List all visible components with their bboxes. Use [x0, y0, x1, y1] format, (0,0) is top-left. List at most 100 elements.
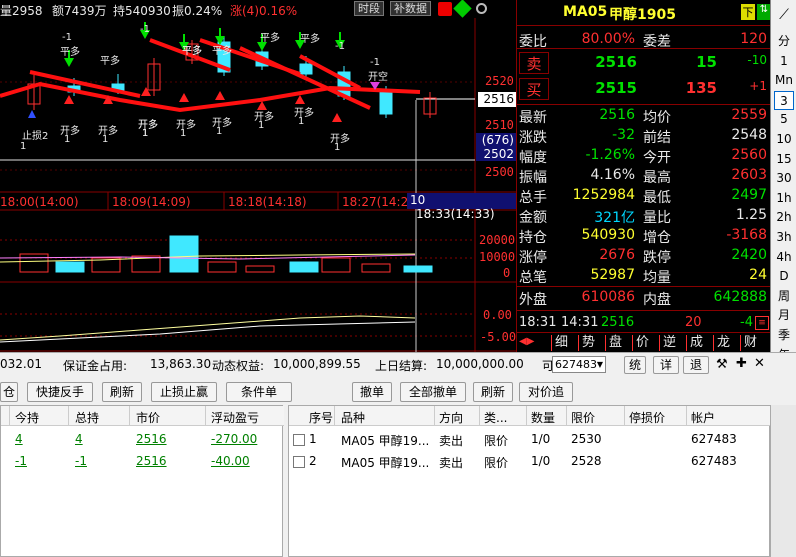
quote-value-2: 2603 — [731, 167, 767, 183]
quick-reverse-button[interactable]: 快捷反手 — [27, 382, 93, 402]
quote-tab[interactable]: 盘 — [605, 335, 622, 351]
position-cell[interactable]: -270.00 — [211, 432, 257, 446]
refresh-button[interactable]: 刷新 — [102, 382, 142, 402]
quote-tab[interactable]: 势 — [578, 335, 595, 351]
close-position-button[interactable]: 仓 — [0, 382, 18, 402]
col-total-hold[interactable]: 总持 — [75, 409, 99, 426]
order-cell[interactable]: 卖出 — [439, 432, 463, 449]
quote-tab[interactable]: 价 — [632, 335, 649, 351]
period-button[interactable]: 1 — [774, 52, 794, 71]
period-button[interactable]: 季 — [774, 326, 794, 345]
quote-tab[interactable]: 龙 — [713, 335, 730, 351]
period-button[interactable]: 4h — [774, 248, 794, 267]
column-divider[interactable] — [334, 406, 335, 426]
period-button[interactable]: 1h — [774, 189, 794, 208]
cancel-all-button[interactable]: 全部撤单 — [400, 382, 466, 402]
order-cell[interactable]: 1 — [309, 432, 317, 446]
period-button[interactable]: D — [774, 267, 794, 286]
period-button[interactable]: 3 — [774, 90, 794, 110]
position-cell[interactable]: 2516 — [136, 454, 167, 468]
col-float-pnl[interactable]: 浮动盈亏 — [211, 409, 259, 426]
volume-bar — [321, 257, 351, 273]
column-divider[interactable] — [526, 406, 527, 426]
period-button[interactable]: 2h — [774, 208, 794, 227]
position-cell[interactable]: 2516 — [136, 432, 167, 446]
column-divider[interactable] — [566, 406, 567, 426]
stop-loss-button[interactable]: 止损止赢 — [151, 382, 217, 402]
orders-column-header[interactable]: 停损价 — [629, 409, 665, 426]
order-cell[interactable]: 2530 — [571, 432, 602, 446]
hammer-icon[interactable]: ⚒ — [716, 357, 728, 372]
period-button[interactable]: 时段 — [354, 1, 384, 16]
down-tag[interactable]: 下 — [741, 4, 755, 20]
order-cell[interactable]: 卖出 — [439, 454, 463, 471]
period-button[interactable]: 15 — [774, 150, 794, 169]
orders-column-header[interactable]: 方向 — [439, 409, 463, 426]
orders-column-header[interactable]: 品种 — [341, 409, 365, 426]
candle-body — [379, 91, 393, 115]
trend-icon[interactable]: ⟋ — [774, 6, 794, 25]
orders-column-header[interactable]: 限价 — [571, 409, 595, 426]
quote-value-2: 1.25 — [735, 207, 767, 223]
order-checkbox[interactable] — [293, 456, 305, 468]
chase-price-button[interactable]: 对价追 — [519, 382, 573, 402]
orders-column-header[interactable]: 序号 — [309, 409, 333, 426]
period-button[interactable]: 10 — [774, 130, 794, 149]
settings-gear-icon[interactable] — [476, 3, 487, 14]
position-cell[interactable]: 4 — [15, 432, 23, 446]
period-button[interactable]: 分 — [774, 32, 794, 51]
conditional-order-button[interactable]: 条件单 — [226, 382, 292, 402]
orders-column-header[interactable]: 帐户 — [691, 409, 715, 426]
quote-tab[interactable]: 细 — [551, 335, 568, 351]
position-cell[interactable]: 4 — [75, 432, 83, 446]
period-button[interactable]: 5 — [774, 110, 794, 129]
orders-column-header[interactable]: 类... — [484, 409, 507, 426]
pin-icon[interactable]: ✚ — [736, 356, 747, 371]
period-button[interactable]: 月 — [774, 306, 794, 325]
tui-button[interactable]: 退 — [683, 356, 709, 374]
period-button[interactable]: 3h — [774, 228, 794, 247]
red-marker-icon[interactable] — [438, 2, 452, 16]
order-cell[interactable]: 2528 — [571, 454, 602, 468]
volume-text: 量2958 — [0, 4, 43, 18]
order-cell[interactable]: 1/0 — [531, 454, 550, 468]
period-button[interactable]: Mn — [774, 71, 794, 90]
order-cell[interactable]: MA05 甲醇19... — [341, 454, 429, 471]
quote-tab[interactable]: 成 — [686, 335, 703, 351]
chart-area[interactable]: 量2958 额7439万 持540930 振0.24% 涨(4)0.16% 时段… — [0, 0, 516, 352]
quote-tab[interactable]: 逆 — [659, 335, 676, 351]
order-checkbox[interactable] — [293, 434, 305, 446]
orders-scrollbar[interactable] — [770, 405, 796, 557]
order-cell[interactable]: 627483 — [691, 454, 737, 468]
col-today-hold[interactable]: 今持 — [15, 409, 39, 426]
supplement-data-button[interactable]: 补数据 — [390, 1, 431, 16]
tab-scroll-icon[interactable]: ◀▶ — [519, 336, 534, 347]
close-icon[interactable]: ✕ — [754, 356, 765, 371]
period-button[interactable]: 30 — [774, 169, 794, 188]
refresh-orders-button[interactable]: 刷新 — [473, 382, 513, 402]
quote-tab[interactable]: 财 — [740, 335, 757, 351]
switch-icon[interactable]: ⇅ — [757, 4, 771, 20]
tick-menu-icon[interactable]: ≡ — [755, 316, 769, 330]
position-cell[interactable]: -1 — [15, 454, 27, 468]
col-market-price[interactable]: 市价 — [136, 409, 160, 426]
order-cell[interactable]: 627483 — [691, 432, 737, 446]
position-cell[interactable]: -1 — [75, 454, 87, 468]
column-divider[interactable] — [686, 406, 687, 426]
column-divider[interactable] — [479, 406, 480, 426]
column-divider[interactable] — [434, 406, 435, 426]
position-cell[interactable]: -40.00 — [211, 454, 250, 468]
orders-column-header[interactable]: 数量 — [531, 409, 555, 426]
tick-row[interactable]: 18:31 14:31 2516 20 -4 — [517, 314, 771, 334]
column-divider[interactable] — [624, 406, 625, 426]
order-cell[interactable]: 限价 — [484, 454, 508, 471]
xiang-button[interactable]: 详 — [653, 356, 679, 374]
order-cell[interactable]: 1/0 — [531, 432, 550, 446]
period-button[interactable]: 周 — [774, 287, 794, 306]
account-select[interactable]: 627483 ▼ — [552, 356, 606, 373]
order-cell[interactable]: MA05 甲醇19... — [341, 432, 429, 449]
order-cell[interactable]: 2 — [309, 454, 317, 468]
order-cell[interactable]: 限价 — [484, 432, 508, 449]
tong-button[interactable]: 统 — [624, 356, 646, 374]
cancel-order-button[interactable]: 撤单 — [352, 382, 392, 402]
